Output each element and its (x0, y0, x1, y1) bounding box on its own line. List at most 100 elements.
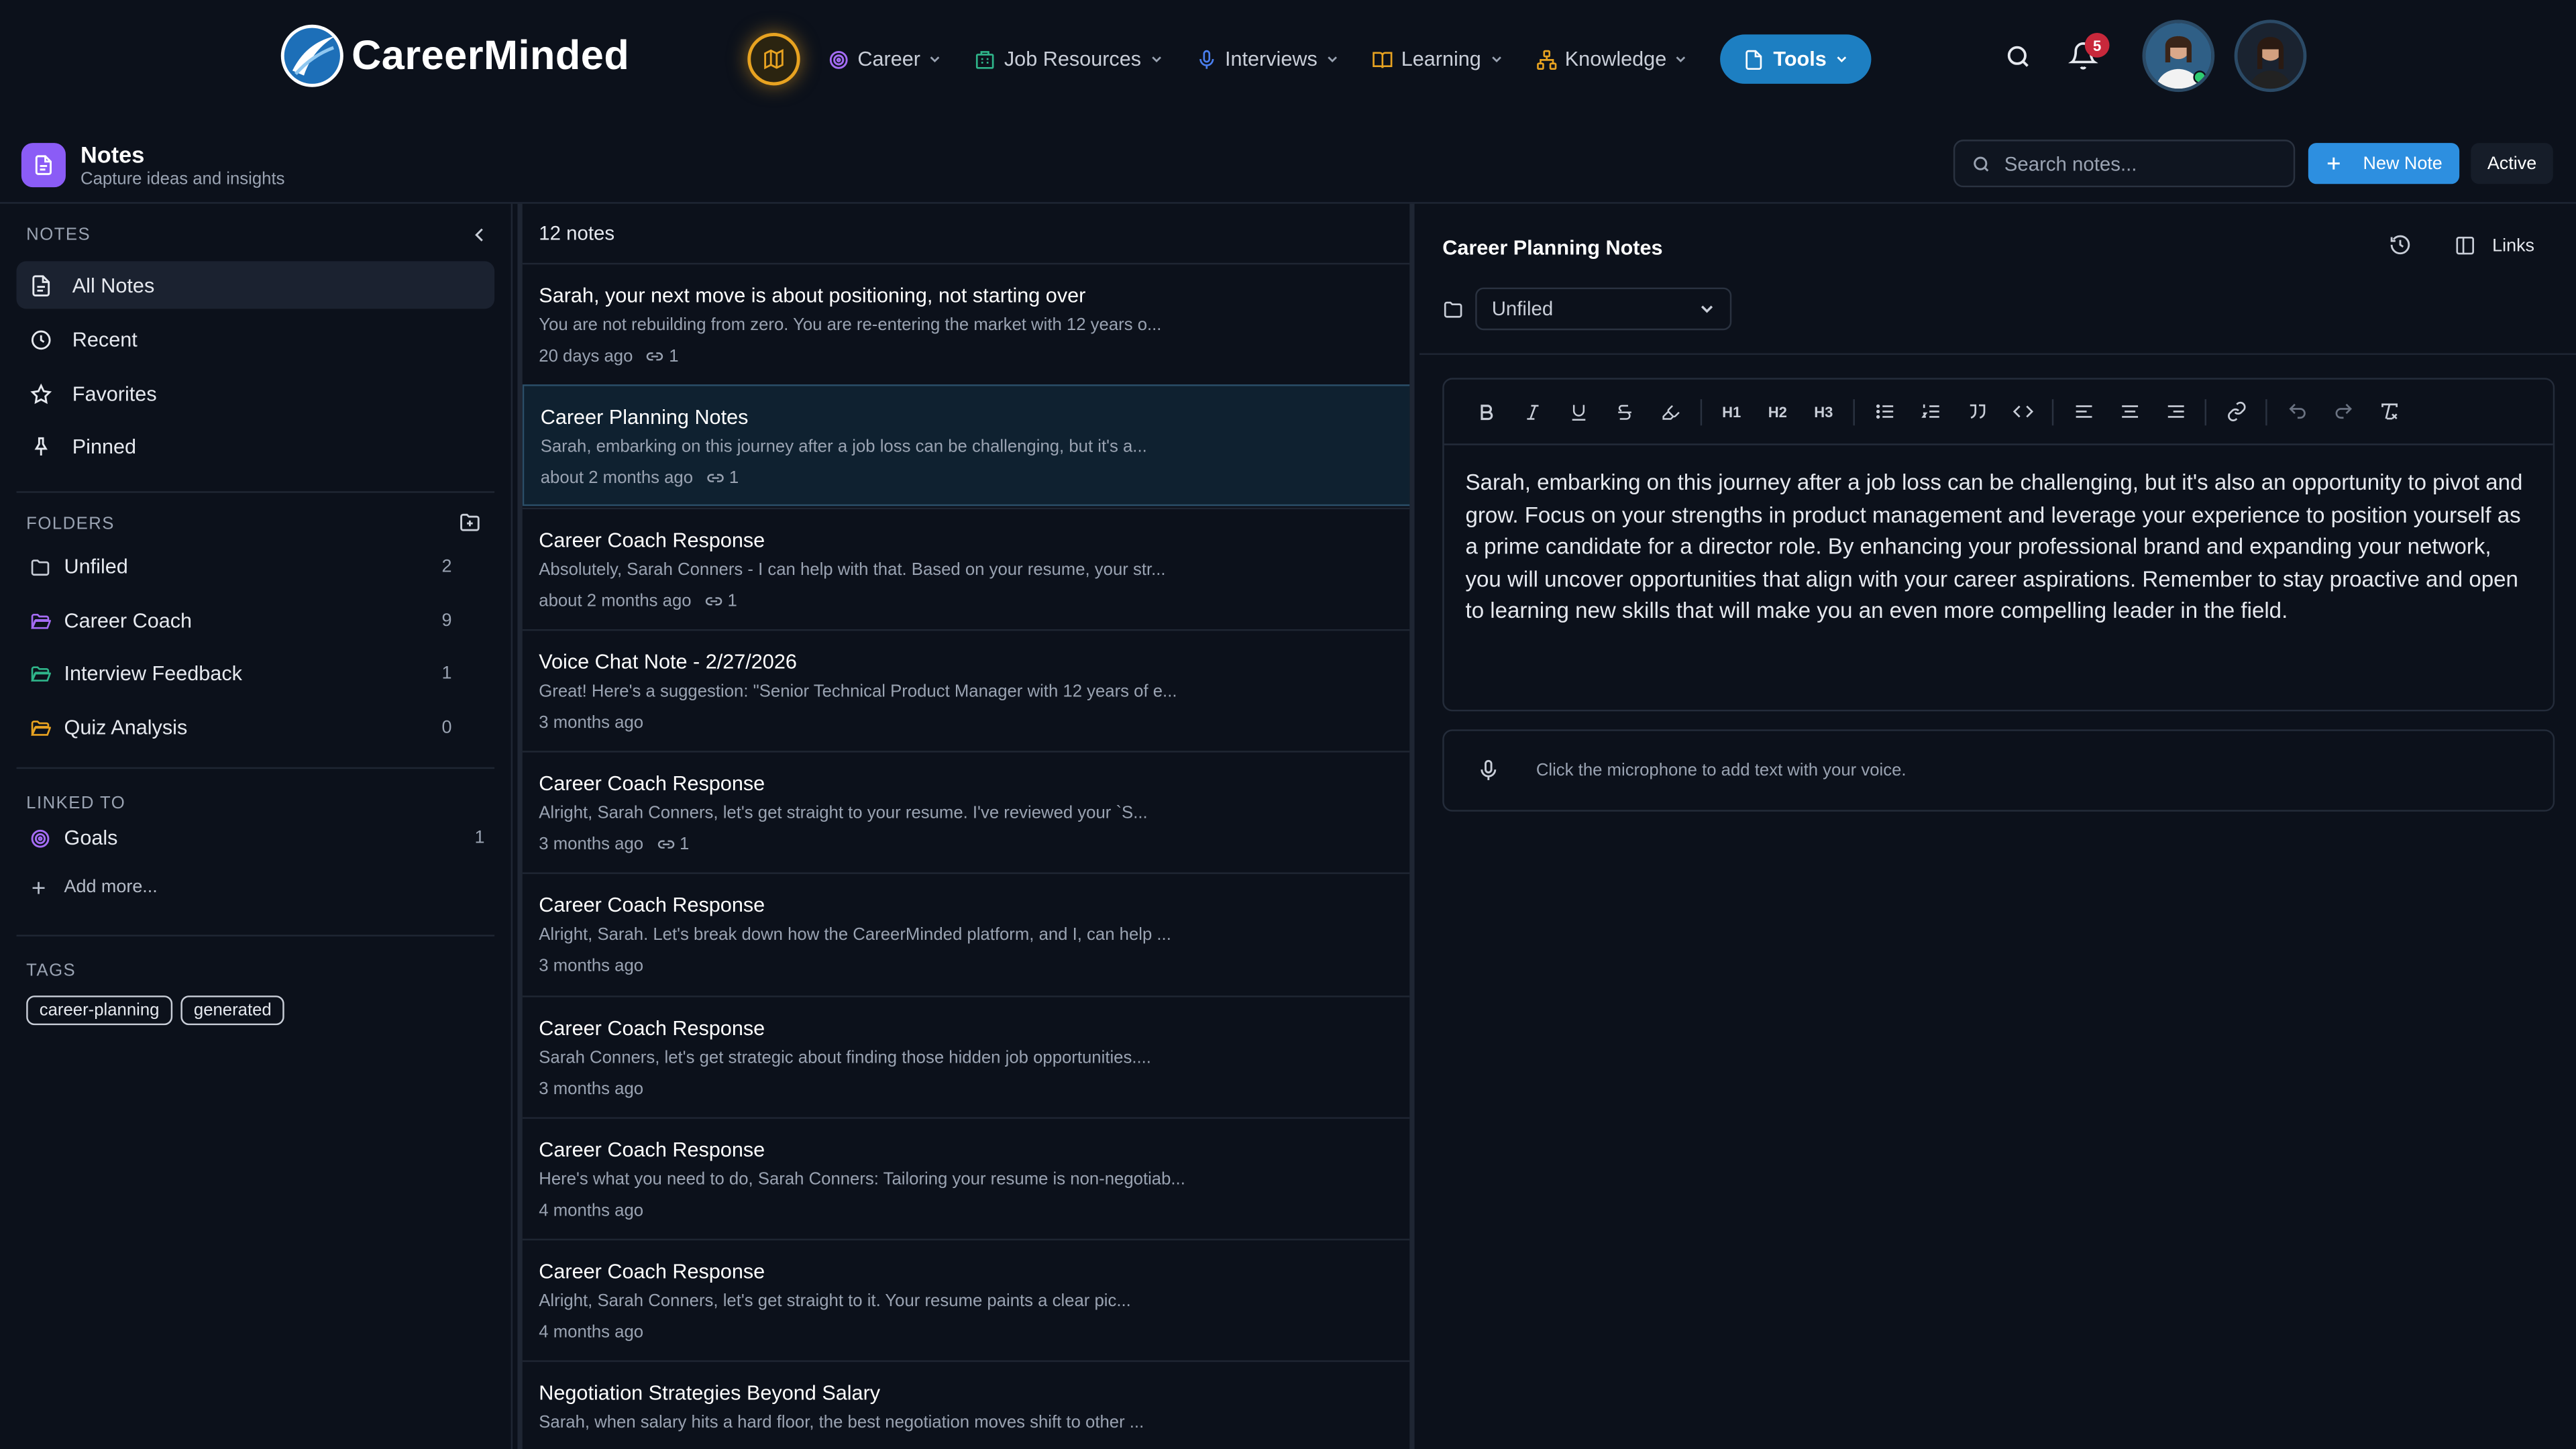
nav-knowledge[interactable]: Knowledge (1522, 34, 1701, 83)
brand-name: CareerMinded (352, 32, 630, 78)
bold-button[interactable] (1464, 388, 1510, 435)
bullet-list-button[interactable] (1862, 388, 1908, 435)
folder-career-coach[interactable]: Career Coach 9 (16, 600, 494, 643)
brand-logo-link[interactable]: CareerMinded (280, 24, 630, 87)
folder-count: 0 (441, 718, 452, 738)
align-left-button[interactable] (2060, 388, 2106, 435)
note-time: about 2 months ago (539, 591, 692, 612)
note-title: Sarah, your next move is about positioni… (539, 284, 1086, 307)
heading-2-button[interactable]: H2 (1755, 388, 1801, 435)
sidebar-item-favorites[interactable]: Favorites (16, 370, 494, 417)
note-title: Career Coach Response (539, 1016, 765, 1040)
highlight-button[interactable] (1648, 388, 1694, 435)
undo-icon (2288, 403, 2305, 419)
target-icon (31, 828, 50, 847)
folder-label: Interview Feedback (64, 661, 242, 686)
history-button[interactable] (2389, 233, 2412, 256)
note-list-item[interactable]: Career Coach Response Here's what you ne… (522, 1117, 1410, 1238)
microphone-button[interactable] (1477, 759, 1507, 782)
redo-button[interactable] (2320, 388, 2366, 435)
note-title: Negotiation Strategies Beyond Salary (539, 1381, 881, 1405)
tag-career-planning[interactable]: career-planning (26, 996, 173, 1026)
note-list-item[interactable]: Career Coach Response Absolutely, Sarah … (522, 507, 1410, 629)
heading-1-button[interactable]: H1 (1709, 388, 1755, 435)
note-meta: 3 months ago 1 (539, 835, 1403, 854)
underline-button[interactable] (1556, 388, 1602, 435)
clear-format-button[interactable] (2366, 388, 2412, 435)
note-list-item-selected[interactable]: Career Planning Notes Sarah, embarking o… (522, 384, 1410, 506)
linked-goals[interactable]: Goals 1 (16, 816, 494, 859)
note-time: 3 months ago (539, 712, 644, 733)
note-list-item[interactable]: Career Coach Response Alright, Sarah Con… (522, 751, 1410, 872)
note-list-item[interactable]: Voice Chat Note - 2/27/2026 Great! Here'… (522, 629, 1410, 751)
nav-learning[interactable]: Learning (1358, 34, 1515, 83)
notes-search (1953, 140, 2296, 188)
notes-search-input[interactable] (2004, 152, 2267, 175)
chevron-down-icon (1836, 56, 1846, 63)
new-note-button[interactable]: New Note (2308, 143, 2460, 184)
sidebar-item-label: Pinned (72, 434, 137, 458)
folder-interview-feedback[interactable]: Interview Feedback 1 (16, 652, 494, 695)
editor-note-title[interactable]: Career Planning Notes (1442, 237, 1662, 260)
note-links: 1 (646, 347, 679, 366)
nav-job-resources-label: Job Resources (1004, 48, 1142, 71)
insert-link-button[interactable] (2213, 388, 2259, 435)
note-count: 12 notes (539, 221, 615, 245)
nav-interviews-label: Interviews (1224, 48, 1318, 71)
active-filter-button[interactable]: Active (2471, 143, 2553, 184)
coach-avatar[interactable] (2234, 19, 2307, 93)
heading-3-button[interactable]: H3 (1801, 388, 1847, 435)
note-links: 1 (706, 468, 739, 488)
nav-interviews[interactable]: Interviews (1182, 34, 1352, 83)
note-link-count: 1 (669, 346, 679, 367)
plus-icon (32, 881, 45, 894)
note-meta: 20 days ago 1 (539, 347, 1403, 366)
linked-count: 1 (474, 828, 485, 848)
collapse-sidebar-button[interactable] (470, 225, 489, 245)
sidebar-item-all-notes[interactable]: All Notes (16, 261, 495, 309)
note-meta: about 2 months ago 1 (539, 592, 1403, 611)
building-icon (976, 50, 994, 68)
undo-button[interactable] (2273, 388, 2320, 435)
code-button[interactable] (1999, 388, 2045, 435)
note-list-item[interactable]: Negotiation Strategies Beyond Salary Sar… (522, 1360, 1410, 1449)
folder-unfiled[interactable]: Unfiled 2 (16, 545, 494, 588)
roadmap-button[interactable] (747, 32, 800, 86)
add-more-link-button[interactable]: Add more... (30, 877, 158, 897)
note-list-item[interactable]: Career Coach Response Alright, Sarah. Le… (522, 872, 1410, 994)
align-right-button[interactable] (2152, 388, 2198, 435)
numbered-list-button[interactable] (1907, 388, 1953, 435)
nav-career[interactable]: Career (815, 34, 955, 83)
network-icon (1536, 49, 1556, 69)
tag-generated[interactable]: generated (180, 996, 285, 1026)
strikethrough-button[interactable] (1602, 388, 1648, 435)
note-links: 1 (704, 592, 737, 611)
history-icon (2390, 235, 2410, 255)
microphone-icon (1199, 49, 1214, 68)
quote-button[interactable] (1953, 388, 2000, 435)
note-content[interactable]: Sarah, embarking on this journey after a… (1444, 445, 2553, 648)
note-list-item[interactable]: Sarah, your next move is about positioni… (522, 262, 1410, 384)
links-panel-button[interactable]: Links (2455, 235, 2534, 256)
align-right-icon (2167, 405, 2184, 418)
folder-quiz-analysis[interactable]: Quiz Analysis 0 (16, 706, 494, 749)
nav-tools[interactable]: Tools (1721, 34, 1871, 84)
chevron-down-icon (1327, 56, 1337, 63)
main-menu: Career Job Resources Interviews Learning (815, 34, 1871, 84)
search-button[interactable] (1991, 30, 2043, 82)
note-preview: Great! Here's a suggestion: "Senior Tech… (539, 682, 1177, 702)
note-list-item[interactable]: Career Coach Response Alright, Sarah Con… (522, 1238, 1410, 1360)
notifications-button[interactable]: 5 (2057, 30, 2110, 82)
italic-button[interactable] (1510, 388, 1556, 435)
user-avatar[interactable] (2142, 19, 2215, 93)
nav-learning-label: Learning (1401, 48, 1481, 71)
nav-job-resources[interactable]: Job Resources (961, 34, 1175, 83)
note-list-item[interactable]: Career Coach Response Sarah Conners, let… (522, 996, 1410, 1117)
folder-select[interactable]: Unfiled (1475, 287, 1732, 331)
sidebar-item-pinned[interactable]: Pinned (16, 422, 494, 470)
align-center-button[interactable] (2106, 388, 2153, 435)
new-folder-button[interactable] (458, 511, 481, 534)
sidebar-item-recent[interactable]: Recent (16, 315, 494, 363)
pin-icon (34, 436, 48, 455)
chevron-down-icon (1491, 56, 1501, 63)
